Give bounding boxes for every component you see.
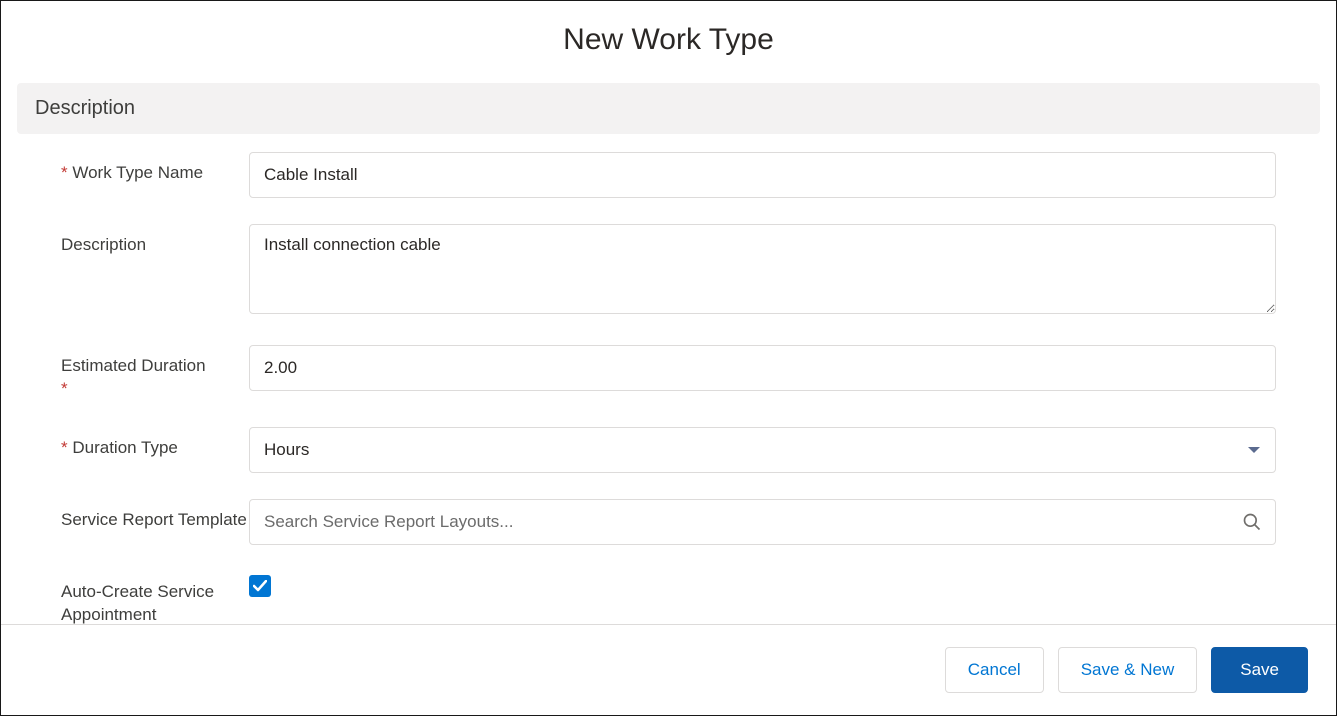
chevron-down-icon [1247, 445, 1261, 455]
field-service-report-template: Service Report Template [61, 499, 1276, 545]
label-auto-create-service-appointment: Auto-Create Service Appointment [61, 571, 249, 624]
input-estimated-duration[interactable] [249, 345, 1276, 391]
field-work-type-name: * Work Type Name [61, 152, 1276, 198]
form-body: * Work Type Name Description Estimated D… [1, 134, 1336, 624]
input-work-type-name[interactable] [249, 152, 1276, 198]
label-text: Duration Type [72, 438, 178, 457]
save-and-new-button[interactable]: Save & New [1058, 647, 1198, 693]
field-estimated-duration: Estimated Duration * [61, 345, 1276, 401]
label-text: Description [61, 235, 146, 254]
field-duration-type: * Duration Type Hours [61, 427, 1276, 473]
cancel-button[interactable]: Cancel [945, 647, 1044, 693]
section-header-description: Description [17, 83, 1320, 134]
modal-scroll-area[interactable]: New Work Type Description * Work Type Na… [1, 1, 1336, 624]
label-text: Auto-Create Service Appointment [61, 582, 214, 624]
save-button[interactable]: Save [1211, 647, 1308, 693]
select-duration-type[interactable]: Hours [249, 427, 1276, 473]
required-marker: * [61, 379, 68, 398]
select-value: Hours [264, 440, 309, 460]
label-service-report-template: Service Report Template [61, 499, 249, 532]
page-title: New Work Type [1, 1, 1336, 83]
label-duration-type: * Duration Type [61, 427, 249, 460]
required-marker: * [61, 438, 68, 457]
label-text: Work Type Name [72, 163, 203, 182]
field-auto-create-service-appointment: Auto-Create Service Appointment [61, 571, 1276, 624]
label-work-type-name: * Work Type Name [61, 152, 249, 185]
label-estimated-duration: Estimated Duration * [61, 345, 249, 401]
label-text: Service Report Template [61, 510, 247, 529]
textarea-description[interactable] [249, 224, 1276, 314]
label-description: Description [61, 224, 249, 257]
search-icon [1242, 512, 1262, 532]
checkbox-auto-create-service-appointment[interactable] [249, 575, 271, 597]
label-text: Estimated Duration [61, 356, 206, 375]
field-description: Description [61, 224, 1276, 319]
lookup-service-report-template[interactable] [249, 499, 1276, 545]
modal-footer: Cancel Save & New Save [1, 624, 1336, 715]
required-marker: * [61, 163, 68, 182]
